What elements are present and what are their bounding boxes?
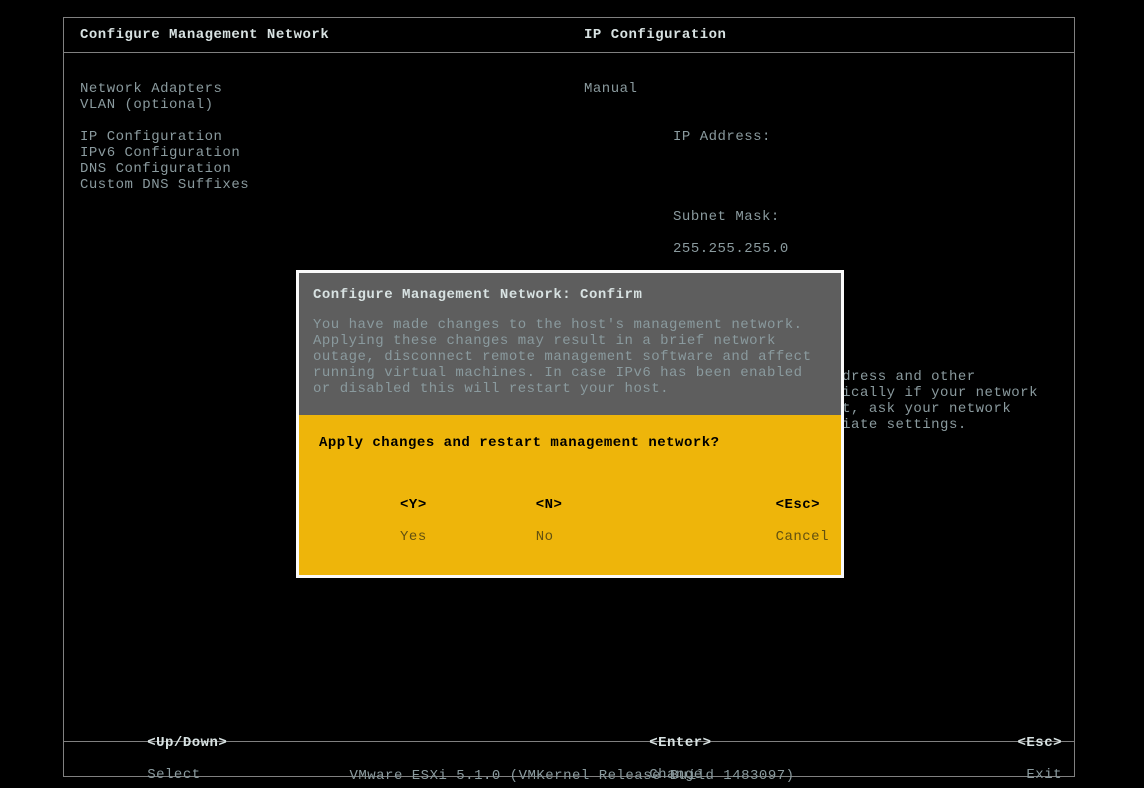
dialog-yes-label: Yes	[400, 529, 427, 545]
hint-key: <Esc>	[1017, 735, 1062, 751]
hint-key: <Up/Down>	[147, 735, 227, 751]
menu-item-ip-configuration[interactable]: IP Configuration	[80, 129, 584, 145]
menu-spacer	[80, 113, 584, 129]
menu-item-custom-dns-suffixes[interactable]: Custom DNS Suffixes	[80, 177, 584, 193]
hint-key: <Enter>	[649, 735, 711, 751]
menu-item-vlan-optional[interactable]: VLAN (optional)	[80, 97, 584, 113]
title-row: Configure Management Network IP Configur…	[64, 18, 1074, 53]
left-title: Configure Management Network	[64, 27, 584, 43]
dialog-yes-key: <Y>	[400, 497, 427, 513]
dialog-no-label: No	[536, 529, 554, 545]
detail-label: IP Address:	[673, 129, 771, 145]
menu-item-ipv6-configuration[interactable]: IPv6 Configuration	[80, 145, 584, 161]
right-title: IP Configuration	[584, 27, 1074, 43]
detail-label: Subnet Mask:	[673, 209, 780, 225]
dialog-body: You have made changes to the host's mana…	[313, 317, 827, 397]
dialog-question: Apply changes and restart management net…	[311, 435, 829, 451]
version-text: VMware ESXi 5.1.0 (VMKernel Release Buil…	[0, 768, 1144, 788]
dialog-title: Configure Management Network: Confirm	[313, 287, 827, 303]
detail-spacer	[584, 97, 1054, 113]
dialog-cancel-button[interactable]: <Esc> Cancel	[687, 481, 829, 561]
dialog-no-button[interactable]: <N> No	[447, 481, 563, 561]
menu-item-dns-configuration[interactable]: DNS Configuration	[80, 161, 584, 177]
detail-value: 255.255.255.0	[673, 241, 789, 257]
dialog-cancel-label: Cancel	[776, 529, 829, 545]
dialog-yes-button[interactable]: <Y> Yes	[311, 481, 427, 561]
detail-mode: Manual	[584, 81, 1054, 97]
confirm-dialog: Configure Management Network: Confirm Yo…	[296, 270, 844, 578]
menu-item-network-adapters[interactable]: Network Adapters	[80, 81, 584, 97]
dialog-cancel-key: <Esc>	[776, 497, 821, 513]
dialog-no-key: <N>	[536, 497, 563, 513]
detail-subnet-mask: Subnet Mask: 255.255.255.0	[584, 193, 1054, 273]
detail-ip-address: IP Address:	[584, 113, 1054, 193]
detail-value	[673, 161, 682, 177]
